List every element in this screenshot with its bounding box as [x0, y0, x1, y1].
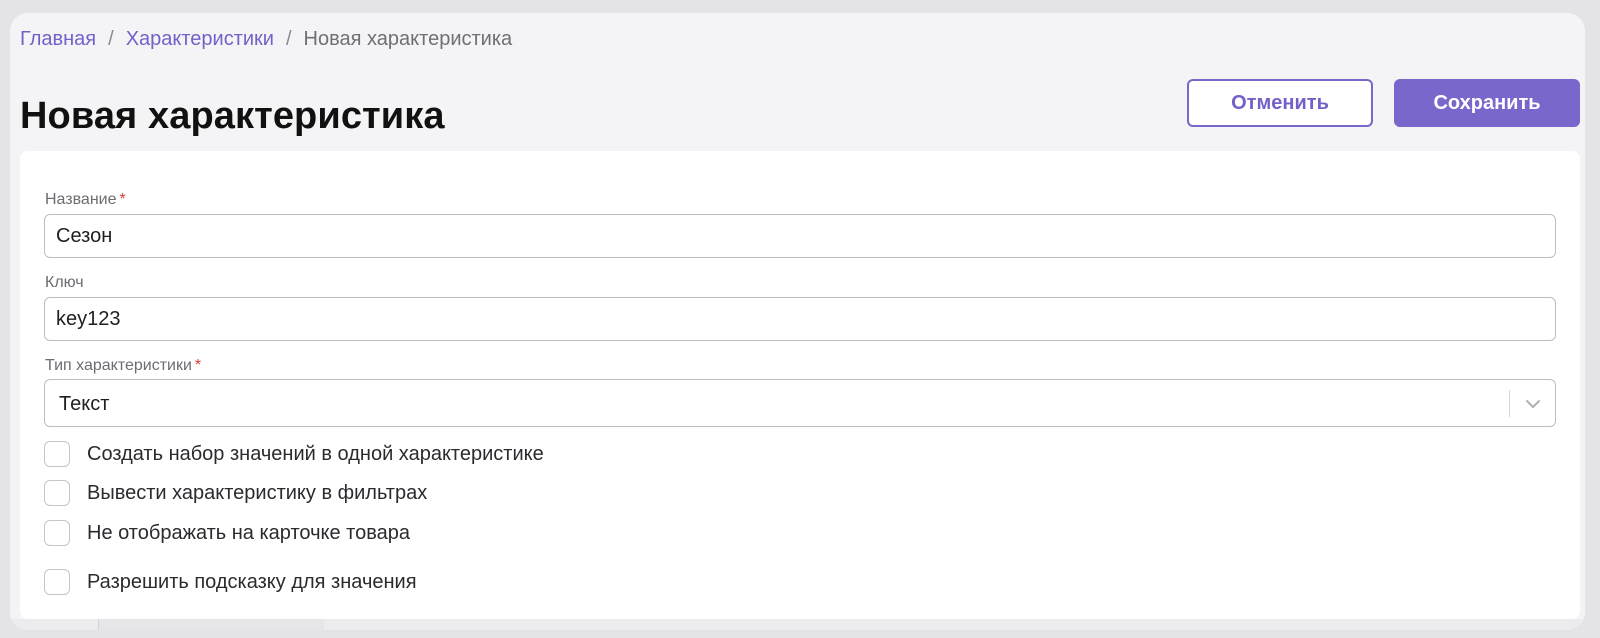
type-select[interactable]: Текст [44, 379, 1556, 427]
save-button[interactable]: Сохранить [1394, 79, 1580, 127]
checkbox-row-hide-on-product-card[interactable]: Не отображать на карточке товара [44, 520, 410, 546]
checkbox-row-allow-hint[interactable]: Разрешить подсказку для значения [44, 569, 417, 595]
hide-on-product-card-checkbox-label: Не отображать на карточке товара [87, 522, 411, 544]
bottom-strip-tab [98, 619, 324, 630]
type-select-value: Текст [59, 393, 110, 415]
show-in-filters-checkbox[interactable] [44, 480, 70, 506]
value-set-checkbox[interactable] [44, 441, 70, 467]
required-mark: * [194, 357, 202, 374]
name-field-label: Название * [45, 190, 126, 210]
bottom-strip-divider [98, 619, 99, 630]
type-field-label: Тип характеристики * [45, 356, 201, 376]
key-field-label: Ключ [45, 274, 84, 291]
bottom-strip [10, 619, 1585, 630]
chevron-down-icon[interactable] [1523, 394, 1543, 414]
value-set-checkbox-label: Создать набор значений в одной характери… [87, 443, 544, 465]
select-divider [1509, 390, 1510, 417]
checkbox-row-value-set[interactable]: Создать набор значений в одной характери… [44, 441, 544, 467]
allow-hint-checkbox[interactable] [44, 569, 70, 595]
breadcrumb-current: Новая характеристика [303, 28, 513, 50]
form-card: Название* Ключ Тип характеристики* Текст… [20, 151, 1580, 619]
required-mark: * [119, 191, 126, 208]
key-input[interactable] [44, 297, 1556, 341]
name-input[interactable] [44, 214, 1556, 258]
breadcrumb: Главная / Характеристики / Новая характе… [20, 27, 512, 51]
hide-on-product-card-checkbox[interactable] [44, 520, 70, 546]
breadcrumb-separator: / [108, 28, 114, 50]
checkbox-row-show-in-filters[interactable]: Вывести характеристику в фильтрах [44, 480, 427, 506]
name-label-text: Название [45, 191, 117, 208]
breadcrumb-home-link[interactable]: Главная [20, 27, 96, 51]
allow-hint-checkbox-label: Разрешить подсказку для значения [87, 571, 417, 593]
show-in-filters-checkbox-label: Вывести характеристику в фильтрах [87, 482, 428, 504]
cancel-button[interactable]: Отменить [1187, 79, 1373, 127]
page-title: Новая характеристика [20, 95, 445, 137]
breadcrumb-section-link[interactable]: Характеристики [126, 27, 274, 51]
breadcrumb-separator: / [285, 28, 292, 50]
type-label-text: Тип характеристики [45, 357, 192, 374]
app-window: Главная / Характеристики / Новая характе… [10, 13, 1585, 630]
